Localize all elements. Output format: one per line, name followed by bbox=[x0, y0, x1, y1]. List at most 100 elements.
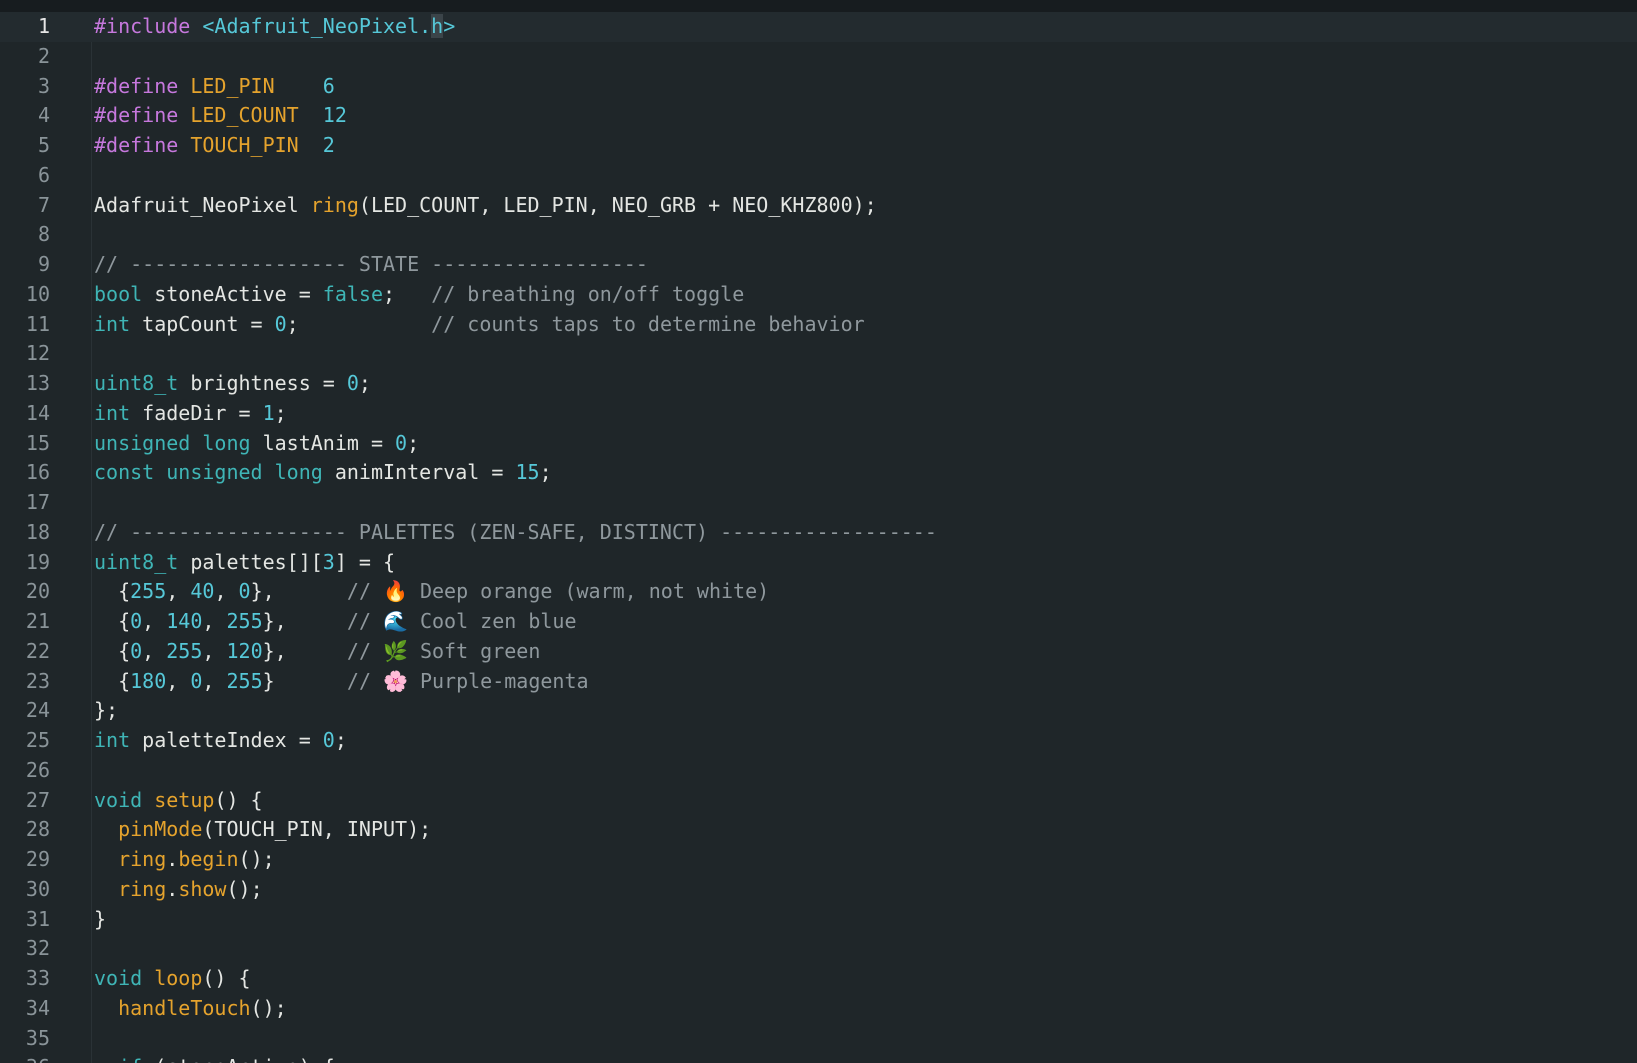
line-code[interactable]: if (stoneActive) { bbox=[94, 1053, 335, 1063]
code-line[interactable]: 3 #define LED_PIN 6 bbox=[0, 72, 1637, 102]
code-line[interactable]: 1 #include <Adafruit_NeoPixel.h> bbox=[0, 12, 1637, 42]
code-token: lastAnim = bbox=[250, 430, 396, 455]
line-code[interactable]: handleTouch(); bbox=[94, 994, 287, 1024]
code-line[interactable]: 25 int paletteIndex = 0; bbox=[0, 726, 1637, 756]
line-code[interactable]: #define LED_COUNT 12 bbox=[94, 101, 347, 131]
code-token: brightness = bbox=[178, 371, 347, 395]
code-token: (); bbox=[238, 847, 275, 871]
code-line[interactable]: 34 handleTouch(); bbox=[0, 994, 1637, 1024]
line-code[interactable]: int fadeDir = 1; bbox=[94, 399, 287, 429]
line-code[interactable]: {0, 140, 255}, // 🌊 Cool zen blue bbox=[94, 607, 576, 637]
line-code[interactable]: } bbox=[94, 905, 106, 935]
code-line[interactable]: 6 bbox=[0, 161, 1637, 191]
code-line[interactable]: 13 uint8_t brightness = 0; bbox=[0, 369, 1637, 399]
code-line[interactable]: 9 // ------------------ STATE -----------… bbox=[0, 250, 1637, 280]
code-token: }, bbox=[262, 609, 347, 633]
line-code[interactable]: ring.begin(); bbox=[94, 845, 275, 875]
line-number: 32 bbox=[25, 936, 50, 961]
code-line[interactable]: 23 {180, 0, 255} // 🌸 Purple-magenta bbox=[0, 667, 1637, 697]
code-line[interactable]: 32 bbox=[0, 934, 1637, 964]
line-number: 29 bbox=[25, 847, 50, 871]
comment-token: Purple-magenta bbox=[407, 668, 589, 693]
code-line[interactable]: 7 Adafruit_NeoPixel ring(LED_COUNT, LED_P… bbox=[0, 191, 1637, 221]
code-lines[interactable]: 1 #include <Adafruit_NeoPixel.h> 2 3 #define… bbox=[0, 12, 1637, 1063]
line-code[interactable]: {0, 255, 120}, // 🌿 Soft green bbox=[94, 637, 540, 667]
code-line[interactable]: 21 {0, 140, 255}, // 🌊 Cool zen blue bbox=[0, 607, 1637, 637]
line-code[interactable]: }; bbox=[94, 696, 118, 726]
code-line[interactable]: 18 // ------------------ PALETTES (ZEN-SA… bbox=[0, 518, 1637, 548]
code-line[interactable]: 33 void loop() { bbox=[0, 964, 1637, 994]
line-number: 36 bbox=[0, 1053, 50, 1063]
keyword-token: int bbox=[94, 728, 131, 752]
code-line[interactable]: 20 {255, 40, 0}, // 🔥 Deep orange (warm,… bbox=[0, 577, 1637, 607]
line-code[interactable]: #include <Adafruit_NeoPixel.h> bbox=[94, 12, 455, 42]
code-line[interactable]: 30 ring.show(); bbox=[0, 875, 1637, 905]
code-token: , bbox=[202, 609, 227, 633]
code-line[interactable]: 29 ring.begin(); bbox=[0, 845, 1637, 875]
code-line[interactable]: 8 bbox=[0, 220, 1637, 250]
line-code[interactable]: ring.show(); bbox=[94, 875, 263, 905]
emoji-glyph: 🌊 bbox=[383, 609, 408, 633]
code-line[interactable]: 28 pinMode(TOUCH_PIN, INPUT); bbox=[0, 815, 1637, 845]
code-line[interactable]: 17 bbox=[0, 488, 1637, 518]
line-code[interactable]: Adafruit_NeoPixel ring(LED_COUNT, LED_PI… bbox=[94, 191, 877, 221]
line-code[interactable]: bool stoneActive = false; // breathing o… bbox=[94, 280, 744, 310]
emoji-glyph: 🔥 bbox=[383, 579, 408, 604]
line-number: 12 bbox=[25, 341, 50, 366]
line-code[interactable]: const unsigned long animInterval = 15; bbox=[94, 458, 552, 488]
keyword-token: uint8_t bbox=[94, 371, 179, 395]
code-line[interactable]: 35 bbox=[0, 1024, 1637, 1054]
number-token: 0 bbox=[130, 609, 143, 633]
code-line[interactable]: 15 unsigned long lastAnim = 0; bbox=[0, 429, 1637, 459]
code-line[interactable]: 5 #define TOUCH_PIN 2 bbox=[0, 131, 1637, 161]
line-number: 13 bbox=[25, 371, 50, 395]
line-code[interactable]: {255, 40, 0}, // 🔥 Deep orange (warm, no… bbox=[94, 577, 769, 607]
line-number: 8 bbox=[37, 222, 50, 247]
code-line[interactable]: 22 {0, 255, 120}, // 🌿 Soft green bbox=[0, 637, 1637, 667]
line-code[interactable]: // ------------------ PALETTES (ZEN-SAFE… bbox=[94, 518, 937, 548]
line-code[interactable]: uint8_t brightness = 0; bbox=[94, 369, 371, 399]
keyword-token: long bbox=[274, 460, 323, 485]
code-line[interactable]: 4 #define LED_COUNT 12 bbox=[0, 101, 1637, 131]
line-code[interactable]: void loop() { bbox=[94, 964, 251, 994]
line-code[interactable]: #define LED_PIN 6 bbox=[94, 72, 335, 102]
code-line[interactable]: 12 bbox=[0, 339, 1637, 369]
number-token: 1 bbox=[262, 400, 275, 425]
code-line[interactable]: 10 bool stoneActive = false; // breathing… bbox=[0, 280, 1637, 310]
line-code[interactable]: pinMode(TOUCH_PIN, INPUT); bbox=[94, 815, 431, 845]
line-code[interactable]: #define TOUCH_PIN 2 bbox=[94, 131, 335, 161]
code-line[interactable]: 24}; bbox=[0, 696, 1637, 726]
code-line[interactable]: 27 void setup() { bbox=[0, 786, 1637, 816]
code-token: { bbox=[94, 638, 131, 663]
line-code[interactable]: {180, 0, 255} // 🌸 Purple-magenta bbox=[94, 667, 589, 697]
line-code[interactable]: uint8_t palettes[][3] = { bbox=[94, 548, 395, 578]
line-code[interactable]: // ------------------ STATE ------------… bbox=[94, 250, 648, 280]
line-code[interactable]: unsigned long lastAnim = 0; bbox=[94, 429, 419, 459]
keyword-token: unsigned bbox=[166, 460, 263, 485]
code-line[interactable]: 11 int tapCount = 0; // counts taps to de… bbox=[0, 310, 1637, 340]
line-code[interactable]: void setup() { bbox=[94, 786, 263, 816]
code-line[interactable]: 14 int fadeDir = 1; bbox=[0, 399, 1637, 429]
line-code[interactable]: int tapCount = 0; // counts taps to dete… bbox=[94, 310, 865, 340]
code-line[interactable]: 31} bbox=[0, 905, 1637, 935]
code-line[interactable]: 19 uint8_t palettes[][3] = { bbox=[0, 548, 1637, 578]
line-code[interactable]: int paletteIndex = 0; bbox=[94, 726, 347, 756]
number-token: 6 bbox=[322, 73, 335, 98]
number-token: 0 bbox=[130, 638, 143, 663]
code-line[interactable]: 26 bbox=[0, 756, 1637, 786]
code-token: }, bbox=[262, 638, 347, 663]
code-editor[interactable]: 1 #include <Adafruit_NeoPixel.h> 2 3 #define… bbox=[0, 0, 1637, 1063]
line-number: 19 bbox=[25, 549, 50, 574]
line-number: 34 bbox=[25, 995, 50, 1020]
code-line[interactable]: 36 if (stoneActive) { bbox=[0, 1053, 1637, 1063]
code-token: animInterval = bbox=[322, 460, 516, 485]
code-line[interactable]: 2 bbox=[0, 42, 1637, 72]
code-token: { bbox=[94, 609, 131, 633]
code-line[interactable]: 16 const unsigned long animInterval = 15; bbox=[0, 458, 1637, 488]
